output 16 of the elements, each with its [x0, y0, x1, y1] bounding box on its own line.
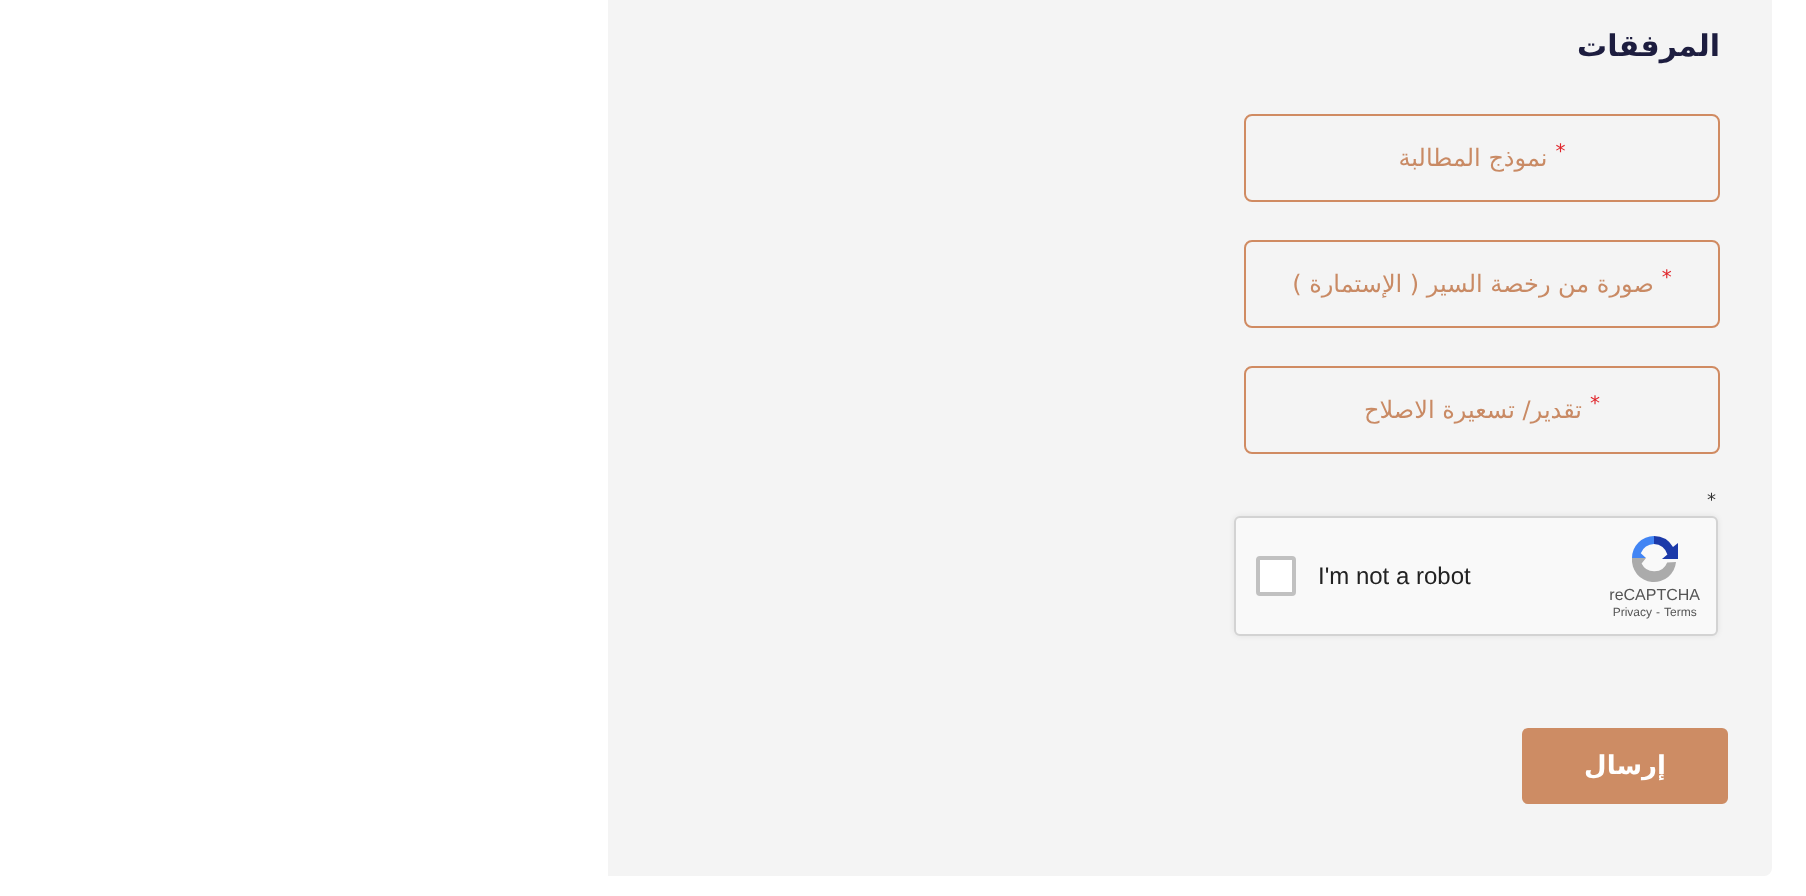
field-label: نموذج المطالبة [1398, 144, 1548, 172]
required-mark: * [1707, 492, 1716, 512]
required-mark: * [1555, 142, 1566, 164]
field-label: صورة من رخصة السير ( الإستمارة ) [1292, 270, 1654, 298]
submit-button[interactable]: إرسال [1522, 728, 1728, 804]
captcha-checkbox[interactable] [1256, 556, 1296, 596]
captcha-label: I'm not a robot [1318, 562, 1473, 590]
required-mark: * [1590, 394, 1600, 416]
section-title: المرفقات [1577, 28, 1720, 64]
recaptcha-logo-icon [1628, 532, 1681, 584]
file-upload-field[interactable]: * تقدير/ تسعيرة الاصلاح [1244, 366, 1720, 454]
captcha-brand: reCAPTCHA [1609, 586, 1700, 604]
file-upload-field[interactable]: * صورة من رخصة السير ( الإستمارة ) [1244, 240, 1720, 328]
file-upload-field[interactable]: * نموذج المطالبة [1244, 114, 1720, 202]
field-label: تقدير/ تسعيرة الاصلاح [1364, 396, 1582, 424]
required-mark: * [1661, 268, 1672, 290]
